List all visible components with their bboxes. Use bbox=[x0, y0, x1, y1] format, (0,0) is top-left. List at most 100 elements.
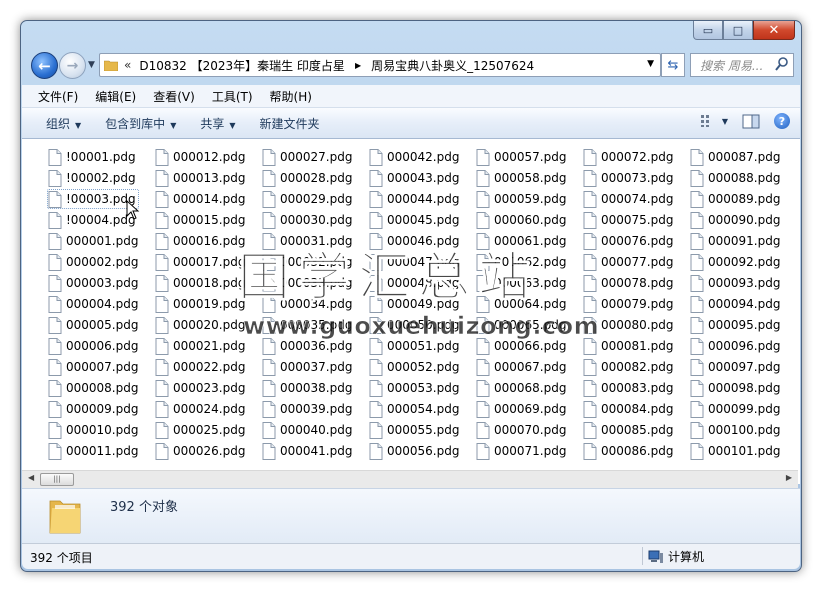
file-item[interactable]: 000020.pdg bbox=[154, 315, 261, 335]
file-item[interactable]: 000061.pdg bbox=[475, 231, 582, 251]
file-item[interactable]: 000007.pdg bbox=[47, 357, 154, 377]
breadcrumb-separator-icon[interactable]: ▶ bbox=[355, 61, 361, 70]
file-item[interactable]: 000022.pdg bbox=[154, 357, 261, 377]
file-item[interactable]: 000056.pdg bbox=[368, 441, 475, 461]
file-item[interactable]: 000096.pdg bbox=[689, 336, 796, 356]
file-list-pane[interactable]: !00001.pdg !00002.pdg !00003.pdg !00004.pdg… bbox=[22, 139, 800, 484]
forward-button[interactable]: → bbox=[59, 52, 86, 79]
file-item[interactable]: 000066.pdg bbox=[475, 336, 582, 356]
file-item[interactable]: 000071.pdg bbox=[475, 441, 582, 461]
file-item[interactable]: 000040.pdg bbox=[261, 420, 368, 440]
file-item[interactable]: 000006.pdg bbox=[47, 336, 154, 356]
file-item[interactable]: 000015.pdg bbox=[154, 210, 261, 230]
file-item[interactable]: 000069.pdg bbox=[475, 399, 582, 419]
file-item[interactable]: 000019.pdg bbox=[154, 294, 261, 314]
scrollbar-thumb[interactable]: ||| bbox=[40, 473, 74, 486]
file-item[interactable]: 000077.pdg bbox=[582, 252, 689, 272]
file-item[interactable]: 000035.pdg bbox=[261, 315, 368, 335]
file-item[interactable]: 000047.pdg bbox=[368, 252, 475, 272]
menu-file[interactable]: 文件(F) bbox=[38, 88, 78, 105]
file-item[interactable]: 000078.pdg bbox=[582, 273, 689, 293]
file-item[interactable]: 000011.pdg bbox=[47, 441, 154, 461]
back-button[interactable]: ← bbox=[31, 52, 58, 79]
file-item[interactable]: 000068.pdg bbox=[475, 378, 582, 398]
file-item[interactable]: 000002.pdg bbox=[47, 252, 154, 272]
file-item[interactable]: 000016.pdg bbox=[154, 231, 261, 251]
recent-pages-dropdown-icon[interactable]: ▼ bbox=[88, 60, 95, 70]
horizontal-scrollbar[interactable]: ◀ ||| ▶ bbox=[22, 470, 798, 488]
file-item[interactable]: 000089.pdg bbox=[689, 189, 796, 209]
file-item[interactable]: 000079.pdg bbox=[582, 294, 689, 314]
include-in-library-button[interactable]: 包含到库中 ▼ bbox=[105, 115, 176, 132]
file-item[interactable]: 000027.pdg bbox=[261, 147, 368, 167]
file-item[interactable]: 000032.pdg bbox=[261, 252, 368, 272]
file-item[interactable]: 000041.pdg bbox=[261, 441, 368, 461]
file-item[interactable]: 000063.pdg bbox=[475, 273, 582, 293]
file-item[interactable]: 000082.pdg bbox=[582, 357, 689, 377]
close-button[interactable]: ✕ bbox=[753, 21, 795, 40]
file-item[interactable]: 000073.pdg bbox=[582, 168, 689, 188]
menu-help[interactable]: 帮助(H) bbox=[270, 88, 312, 105]
file-item[interactable]: 000074.pdg bbox=[582, 189, 689, 209]
scroll-right-icon[interactable]: ▶ bbox=[786, 473, 792, 482]
file-item[interactable]: 000043.pdg bbox=[368, 168, 475, 188]
file-item[interactable]: 000033.pdg bbox=[261, 273, 368, 293]
file-item[interactable]: 000057.pdg bbox=[475, 147, 582, 167]
file-item[interactable]: 000038.pdg bbox=[261, 378, 368, 398]
file-item[interactable]: 000039.pdg bbox=[261, 399, 368, 419]
file-item[interactable]: 000049.pdg bbox=[368, 294, 475, 314]
file-item[interactable]: 000054.pdg bbox=[368, 399, 475, 419]
file-item[interactable]: 000001.pdg bbox=[47, 231, 154, 251]
file-item[interactable]: 000075.pdg bbox=[582, 210, 689, 230]
file-item[interactable]: 000014.pdg bbox=[154, 189, 261, 209]
file-item[interactable]: 000042.pdg bbox=[368, 147, 475, 167]
file-item[interactable]: 000062.pdg bbox=[475, 252, 582, 272]
file-item[interactable]: 000026.pdg bbox=[154, 441, 261, 461]
file-item[interactable]: 000091.pdg bbox=[689, 231, 796, 251]
file-item[interactable]: 000018.pdg bbox=[154, 273, 261, 293]
minimize-button[interactable]: ▭ bbox=[693, 21, 723, 40]
maximize-button[interactable]: □ bbox=[723, 21, 753, 40]
file-item[interactable]: 000086.pdg bbox=[582, 441, 689, 461]
file-item[interactable]: 000101.pdg bbox=[689, 441, 796, 461]
file-item[interactable]: 000094.pdg bbox=[689, 294, 796, 314]
file-item[interactable]: 000009.pdg bbox=[47, 399, 154, 419]
file-item[interactable]: 000029.pdg bbox=[261, 189, 368, 209]
file-item[interactable]: 000087.pdg bbox=[689, 147, 796, 167]
help-icon[interactable]: ? bbox=[774, 113, 790, 129]
file-item[interactable]: 000055.pdg bbox=[368, 420, 475, 440]
search-icon[interactable] bbox=[775, 56, 789, 72]
file-item[interactable]: 000088.pdg bbox=[689, 168, 796, 188]
file-item[interactable]: 000023.pdg bbox=[154, 378, 261, 398]
file-item[interactable]: 000052.pdg bbox=[368, 357, 475, 377]
refresh-button[interactable]: ⇆ bbox=[661, 53, 685, 77]
file-item[interactable]: 000050.pdg bbox=[368, 315, 475, 335]
search-input[interactable]: 搜索 周易... bbox=[700, 57, 763, 74]
file-item[interactable]: 000100.pdg bbox=[689, 420, 796, 440]
file-item[interactable]: 000076.pdg bbox=[582, 231, 689, 251]
file-item[interactable]: 000028.pdg bbox=[261, 168, 368, 188]
file-item[interactable]: 000084.pdg bbox=[582, 399, 689, 419]
file-item[interactable]: 000045.pdg bbox=[368, 210, 475, 230]
file-item[interactable]: 000003.pdg bbox=[47, 273, 154, 293]
file-item[interactable]: 000099.pdg bbox=[689, 399, 796, 419]
view-options-button[interactable]: ▼ bbox=[700, 114, 728, 128]
file-item[interactable]: 000048.pdg bbox=[368, 273, 475, 293]
file-item[interactable]: 000010.pdg bbox=[47, 420, 154, 440]
organize-button[interactable]: 组织 ▼ bbox=[46, 115, 81, 132]
file-item[interactable]: 000072.pdg bbox=[582, 147, 689, 167]
file-item[interactable]: 000092.pdg bbox=[689, 252, 796, 272]
file-item[interactable]: 000053.pdg bbox=[368, 378, 475, 398]
share-button[interactable]: 共享 ▼ bbox=[200, 115, 235, 132]
file-item[interactable]: 000093.pdg bbox=[689, 273, 796, 293]
file-item[interactable]: 000098.pdg bbox=[689, 378, 796, 398]
file-item[interactable]: 000065.pdg bbox=[475, 315, 582, 335]
file-item[interactable]: 000070.pdg bbox=[475, 420, 582, 440]
file-item[interactable]: 000090.pdg bbox=[689, 210, 796, 230]
file-item[interactable]: 000012.pdg bbox=[154, 147, 261, 167]
file-item[interactable]: 000046.pdg bbox=[368, 231, 475, 251]
file-item[interactable]: 000060.pdg bbox=[475, 210, 582, 230]
file-item[interactable]: 000005.pdg bbox=[47, 315, 154, 335]
file-item[interactable]: 000083.pdg bbox=[582, 378, 689, 398]
breadcrumb-parent[interactable]: D10832 【2023年】秦瑞生 印度占星 bbox=[139, 57, 345, 74]
